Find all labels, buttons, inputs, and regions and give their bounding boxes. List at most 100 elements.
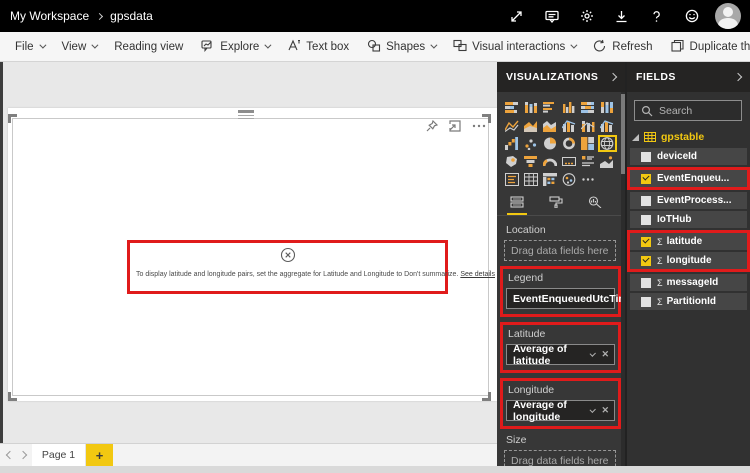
field-item-latitude[interactable]: Σlatitude [630, 233, 747, 250]
more-options-icon[interactable] [472, 124, 486, 128]
field-dropdown-icon[interactable] [589, 406, 597, 413]
viz-type-card-icon[interactable] [559, 153, 578, 170]
viz-type-kpi-icon[interactable] [598, 153, 617, 170]
field-item-messageid[interactable]: ΣmessageId [630, 274, 747, 291]
viz-type-line-clustered-column-chart-icon[interactable] [559, 117, 578, 134]
viz-type-area-chart-icon[interactable] [521, 117, 540, 134]
menu-item-duplicate-this-page[interactable]: Duplicate this page [662, 32, 750, 61]
viz-type-waterfall-chart-icon[interactable] [502, 135, 521, 152]
visual-resize-handle-bottom-left[interactable] [8, 392, 17, 401]
menu-item-refresh[interactable]: Refresh [584, 32, 661, 61]
viz-type-treemap-icon[interactable] [579, 135, 598, 152]
see-details-link[interactable]: See details [460, 271, 495, 278]
menu-item-file[interactable]: File [6, 32, 53, 61]
well-field-average-of-longitude[interactable]: Average of longitude ✕ [506, 399, 615, 423]
viz-type-line-stacked-column-chart-icon[interactable] [579, 117, 598, 134]
viz-type-100-stacked-bar-chart-icon[interactable] [579, 99, 598, 116]
page-nav-back-icon[interactable] [5, 450, 14, 460]
viz-type-line-chart-icon[interactable] [502, 117, 521, 134]
viz-type-funnel-chart-icon[interactable] [521, 153, 540, 170]
breadcrumb-report[interactable]: gpsdata [110, 9, 153, 23]
remove-field-icon[interactable]: ✕ [601, 350, 609, 359]
expand-table-icon[interactable] [632, 133, 639, 141]
checkbox-unchecked[interactable] [641, 296, 651, 307]
well-field-label: Average of latitude [513, 342, 567, 367]
fullscreen-icon[interactable] [499, 0, 534, 32]
checkbox-checked[interactable] [641, 236, 651, 247]
collapse-visualizations-icon[interactable] [608, 72, 618, 82]
viz-type-100-stacked-column-chart-icon[interactable] [598, 99, 617, 116]
menu-item-label: Text box [306, 40, 350, 53]
well-field-eventenqueuedutctime[interactable]: EventEnqueuedUtcTime✕ [506, 288, 625, 309]
viz-type-clustered-bar-chart-icon[interactable] [540, 99, 559, 116]
field-item-partitionid[interactable]: Σ PartitionId [630, 293, 747, 310]
viz-type-combo-chart-icon[interactable] [598, 117, 617, 134]
menu-item-shapes[interactable]: Shapes [358, 32, 444, 61]
menu-item-text-box[interactable]: Text box [278, 32, 358, 61]
feedback-icon[interactable] [534, 0, 569, 32]
viz-type-map-icon[interactable] [597, 135, 617, 152]
field-dropdown-icon[interactable] [589, 350, 597, 358]
well-drop-target[interactable]: Drag data fields here [504, 450, 616, 466]
viz-type-more-visuals-icon[interactable] [579, 171, 598, 188]
download-icon[interactable] [604, 0, 639, 32]
checkbox-checked[interactable] [641, 173, 651, 184]
field-item-eventprocess[interactable]: EventProcess... [630, 192, 747, 209]
well-field-average-of-latitude[interactable]: Average of latitude ✕ [506, 342, 615, 367]
viz-type-pie-chart-icon[interactable] [540, 135, 559, 152]
menu-item-visual-interactions[interactable]: Visual interactions [444, 32, 584, 61]
viz-pane-tab-fields[interactable] [507, 196, 527, 215]
viz-type-stacked-bar-chart-icon[interactable] [502, 99, 521, 116]
help-icon[interactable] [639, 0, 674, 32]
viz-type-filled-map-icon[interactable] [502, 153, 521, 170]
viz-type-r-script-visual-icon[interactable] [559, 171, 578, 188]
viz-pane-tab-format[interactable] [549, 196, 563, 215]
viz-type-multi-row-card-icon[interactable] [579, 153, 598, 170]
field-item-deviceid[interactable]: deviceId [630, 148, 747, 165]
viz-pane-tab-analytics[interactable] [588, 196, 602, 215]
smiley-feedback-icon[interactable] [674, 0, 709, 32]
checkbox-unchecked[interactable] [641, 151, 651, 162]
settings-gear-icon[interactable] [569, 0, 604, 32]
page-tab-1[interactable]: Page 1 [32, 444, 86, 466]
viz-type-gauge-icon[interactable] [540, 153, 559, 170]
add-page-button[interactable]: + [86, 444, 113, 466]
viz-type-clustered-column-chart-icon[interactable] [559, 99, 578, 116]
checkbox-checked[interactable] [641, 255, 651, 266]
pin-visual-icon[interactable] [426, 120, 438, 132]
visual-header-toolbar [400, 120, 486, 132]
field-item-eventenqueu[interactable]: EventEnqueu... [630, 170, 747, 187]
visualization-type-grid [497, 92, 625, 191]
checkbox-unchecked[interactable] [641, 195, 651, 206]
search-input[interactable] [659, 104, 739, 117]
error-circle-x-icon [280, 247, 296, 267]
visual-drag-grip[interactable] [238, 110, 254, 120]
viz-type-stacked-area-chart-icon[interactable] [540, 117, 559, 134]
checkbox-unchecked[interactable] [641, 214, 651, 225]
report-canvas[interactable]: To display latitude and longitude pairs,… [0, 62, 497, 466]
topbar-icon-group [499, 0, 750, 32]
visual-resize-handle-bottom-right[interactable] [482, 392, 491, 401]
account-avatar[interactable] [715, 3, 741, 29]
viz-type-matrix-icon[interactable] [540, 171, 559, 188]
menu-item-explore[interactable]: Explore [192, 32, 278, 61]
field-item-iothub[interactable]: IoTHub [630, 211, 747, 228]
collapse-fields-icon[interactable] [733, 72, 743, 82]
table-node-gpstable[interactable]: gpstable [627, 128, 750, 148]
checkbox-unchecked[interactable] [641, 277, 651, 288]
focus-mode-icon[interactable] [449, 120, 461, 132]
menu-item-view[interactable]: View [53, 32, 106, 61]
viz-type-stacked-column-chart-icon[interactable] [521, 99, 540, 116]
viz-type-scatter-chart-icon[interactable] [521, 135, 540, 152]
breadcrumb-workspace[interactable]: My Workspace [10, 9, 89, 23]
well-drop-target[interactable]: Drag data fields here [504, 240, 616, 261]
remove-field-icon[interactable]: ✕ [601, 406, 609, 415]
page-nav-forward-icon[interactable] [18, 450, 27, 460]
viz-type-table-icon[interactable] [521, 171, 540, 188]
visual-error-message: To display latitude and longitude pairs,… [130, 247, 495, 278]
field-item-longitude[interactable]: Σlongitude [630, 252, 747, 269]
visual-resize-handle-top-left[interactable] [8, 114, 17, 123]
viz-type-slicer-icon[interactable] [502, 171, 521, 188]
menu-item-reading-view[interactable]: Reading view [105, 32, 192, 61]
viz-type-donut-chart-icon[interactable] [559, 135, 578, 152]
